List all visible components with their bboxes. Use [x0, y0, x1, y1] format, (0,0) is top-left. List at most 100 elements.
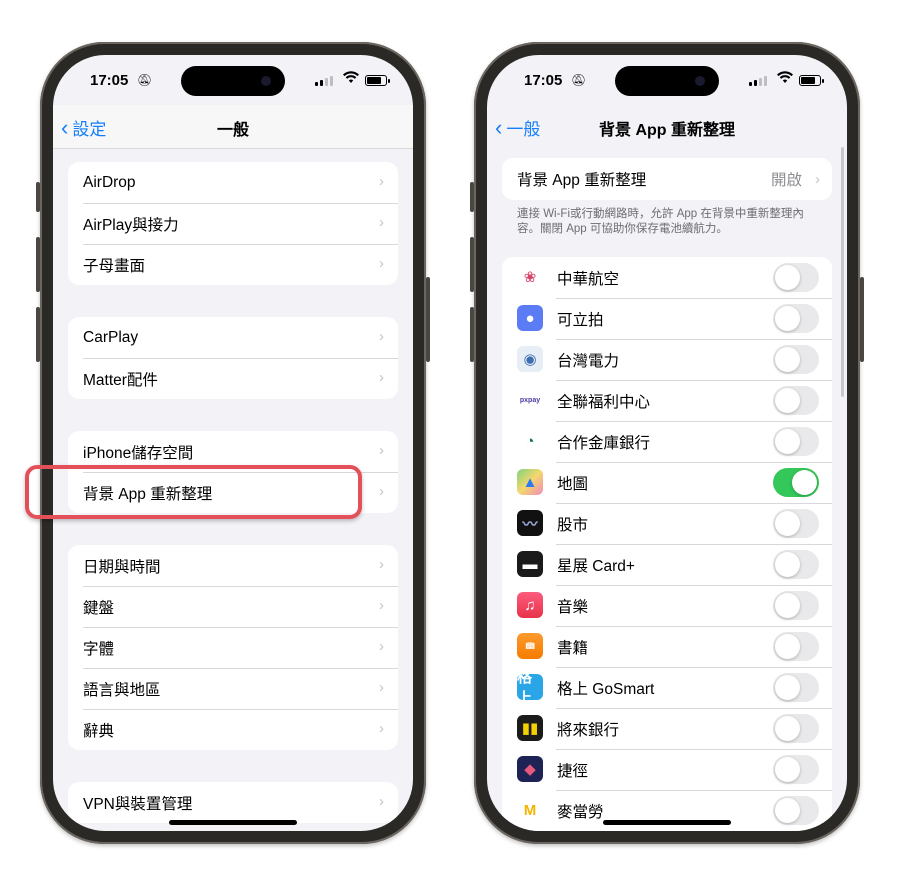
settings-group-4: 日期與時間 › 鍵盤 › 字體 › 語言與地區 › 辭典 › [68, 545, 398, 750]
row-label: 辭典 [83, 722, 115, 740]
volume-down-button [470, 307, 474, 362]
chevron-right-icon: › [379, 442, 384, 459]
app-name: 音樂 [557, 598, 589, 616]
row-label: 背景 App 重新整理 [83, 485, 213, 503]
toggle-knob [775, 306, 800, 331]
app-refresh-toggle[interactable] [773, 427, 819, 456]
volume-up-button [470, 237, 474, 292]
stocks-icon: 〰 [517, 510, 543, 536]
toggle-knob [775, 798, 800, 823]
home-indicator[interactable] [603, 820, 731, 825]
row-dictionary[interactable]: 辭典 › [68, 709, 398, 750]
app-name: 書籍 [557, 639, 589, 657]
volume-up-button [36, 237, 40, 292]
app-refresh-toggle[interactable] [773, 550, 819, 579]
app-name: 麥當勞 [557, 803, 604, 821]
row-keyboard[interactable]: 鍵盤 › [68, 586, 398, 627]
pxpay-icon: pxpay [517, 387, 543, 413]
settings-group-5: VPN與裝置管理 › [68, 782, 398, 823]
scrollbar[interactable] [841, 147, 844, 397]
app-refresh-toggle[interactable] [773, 263, 819, 292]
app-row: ▮▮ 將來銀行 [502, 708, 832, 749]
battery-icon [365, 75, 390, 86]
chevron-right-icon: › [379, 369, 384, 386]
footnote: 連接 Wi-Fi或行動網路時，允許 App 在背景中重新整理內容。關閉 App … [517, 208, 804, 235]
row-background-app-refresh-setting[interactable]: 背景 App 重新整理 開啟 › [502, 158, 832, 200]
chevron-right-icon: › [379, 328, 384, 345]
settings-group-3: iPhone儲存空間 › 背景 App 重新整理 › [68, 431, 398, 513]
screen-general: 17:05 🔕︎ ‹ 設定 一般 AirDrop › AirPlay與接力 › 子母畫… [53, 55, 413, 831]
toggle-knob [775, 552, 800, 577]
power-button [860, 277, 864, 362]
app-refresh-toggle[interactable] [773, 673, 819, 702]
row-picture-in-picture[interactable]: 子母畫面 › [68, 244, 398, 285]
app-name: 股市 [557, 516, 589, 534]
screen-background-app-refresh: 17:05 🔕︎ ‹ 一般 背景 App 重新整理 背景 App 重新整理 開啟 … [487, 55, 847, 831]
app-refresh-toggle[interactable] [773, 632, 819, 661]
row-matter-accessories[interactable]: Matter配件 › [68, 358, 398, 399]
china-airlines-icon: ❀ [517, 264, 543, 290]
toggle-knob [775, 716, 800, 741]
chevron-right-icon: › [379, 638, 384, 655]
status-time: 17:05 [90, 72, 129, 89]
chevron-right-icon: › [379, 679, 384, 696]
app-name: 全聯福利中心 [557, 393, 651, 411]
app-row: ● 可立拍 [502, 298, 832, 339]
chevron-right-icon: › [379, 597, 384, 614]
setting-value: 開啟 [770, 172, 802, 189]
navigation-bar: ‹ 一般 背景 App 重新整理 [487, 105, 847, 149]
app-refresh-toggle[interactable] [773, 386, 819, 415]
chevron-right-icon: › [379, 556, 384, 573]
page-title: 一般 [216, 122, 249, 139]
chevron-right-icon: › [379, 483, 384, 500]
row-label: 子母畫面 [83, 257, 146, 275]
row-iphone-storage[interactable]: iPhone儲存空間 › [68, 431, 398, 472]
toggle-knob [775, 265, 800, 290]
maps-icon: ▲ [517, 469, 543, 495]
app-refresh-toggle[interactable] [773, 796, 819, 825]
dynamic-island [615, 66, 719, 96]
dbs-card-icon: ▬ [517, 551, 543, 577]
row-fonts[interactable]: 字體 › [68, 627, 398, 668]
row-carplay[interactable]: CarPlay › [68, 317, 398, 358]
chevron-right-icon: › [379, 255, 384, 272]
taipower-icon: ◉ [517, 346, 543, 372]
app-list: ❀ 中華航空 ● 可立拍 ◉ 台灣電力 pxpay 全聯福利中心 ◔ 合作金庫銀行 ▲ 地圖〰股市 ▬ 星… [502, 257, 832, 831]
app-refresh-toggle[interactable] [773, 304, 819, 333]
chevron-right-icon: › [379, 720, 384, 737]
power-button [426, 277, 430, 362]
camera-icon [695, 76, 705, 86]
books-icon: 📖︎ [517, 633, 543, 659]
row-background-app-refresh[interactable]: 背景 App 重新整理 › [68, 472, 398, 513]
app-refresh-toggle[interactable] [773, 509, 819, 538]
clips-icon: ● [517, 305, 543, 331]
home-indicator[interactable] [169, 820, 297, 825]
row-date-time[interactable]: 日期與時間 › [68, 545, 398, 586]
app-row: ♫ 音樂 [502, 585, 832, 626]
row-label: CarPlay [83, 328, 139, 346]
row-label: 語言與地區 [83, 681, 161, 699]
status-bar: 17:05 🔕︎ [53, 55, 413, 105]
app-row: 格上 格上 GoSmart [502, 667, 832, 708]
app-refresh-toggle[interactable] [773, 714, 819, 743]
battery-icon [799, 75, 824, 86]
row-language-region[interactable]: 語言與地區 › [68, 668, 398, 709]
row-vpn-device-management[interactable]: VPN與裝置管理 › [68, 782, 398, 823]
app-refresh-toggle[interactable] [773, 345, 819, 374]
toggle-knob [775, 634, 800, 659]
row-airplay-handoff[interactable]: AirPlay與接力 › [68, 203, 398, 244]
music-icon: ♫ [517, 592, 543, 618]
chevron-right-icon: › [379, 793, 384, 810]
camera-icon [261, 76, 271, 86]
app-row: ▬ 星展 Card+ [502, 544, 832, 585]
app-row: 📖︎ 書籍 [502, 626, 832, 667]
row-airdrop[interactable]: AirDrop › [68, 162, 398, 203]
app-refresh-toggle[interactable] [773, 591, 819, 620]
app-row: ◉ 台灣電力 [502, 339, 832, 380]
app-refresh-toggle[interactable] [773, 468, 819, 497]
app-row: pxpay 全聯福利中心 [502, 380, 832, 421]
toggle-knob [775, 429, 800, 454]
app-refresh-toggle[interactable] [773, 755, 819, 784]
action-button [36, 182, 40, 212]
toggle-knob [775, 675, 800, 700]
